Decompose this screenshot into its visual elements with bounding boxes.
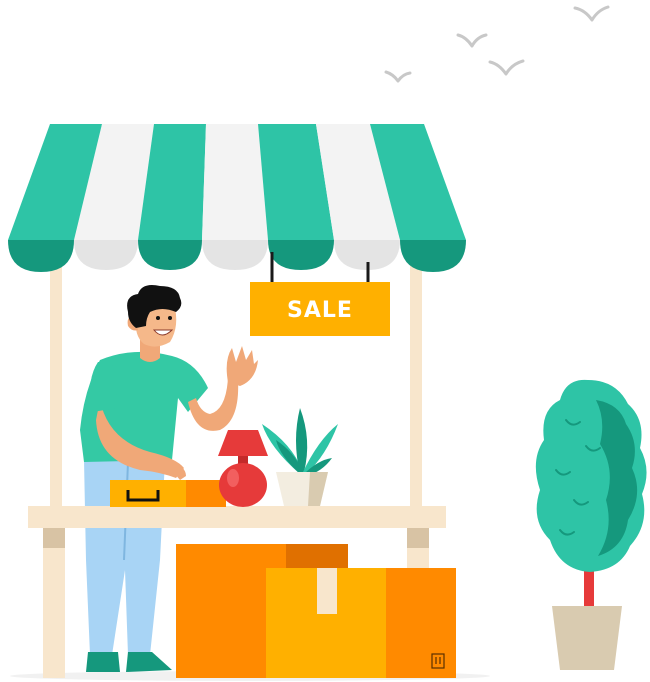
stall-post-right [410, 250, 422, 510]
table-lamp [218, 430, 268, 507]
awning-scallop [202, 240, 268, 270]
man-eye [168, 316, 172, 320]
man-eye [156, 316, 160, 320]
potted-plant-small [262, 408, 338, 506]
lamp-base-shine [227, 469, 239, 487]
man-shoe-left [86, 652, 120, 672]
box-back-flap [286, 544, 348, 568]
sale-stall-illustration: SALE [8, 5, 647, 681]
tree-pot [552, 606, 622, 670]
awning-stripe [202, 124, 268, 240]
box-tape [317, 568, 337, 614]
suitcase-body [110, 480, 190, 507]
counter-leg-left [43, 528, 65, 678]
counter-top [28, 506, 446, 528]
awning-scallop [400, 240, 466, 272]
potted-tree [535, 379, 647, 670]
bird-icon [488, 59, 525, 76]
counter-leg-right-shadow [407, 528, 429, 548]
awning-scallop [138, 240, 202, 270]
plant-pot-shade [308, 472, 328, 506]
bird-icon [573, 5, 610, 22]
lamp-shade [218, 430, 268, 456]
awning-scallop [268, 240, 334, 270]
awning [8, 124, 466, 272]
bird-icon [456, 33, 488, 48]
man-hand-right [226, 346, 258, 386]
box-front-side [386, 568, 456, 678]
counter-leg-left-shadow [43, 528, 65, 548]
awning-scallop [74, 240, 138, 270]
awning-scallop [8, 240, 74, 272]
birds [384, 5, 610, 83]
bird-icon [384, 70, 412, 83]
stall-post-left [50, 250, 62, 510]
sign-label: SALE [287, 298, 353, 323]
lamp-base [219, 463, 267, 507]
man-shoe-right [126, 652, 172, 672]
